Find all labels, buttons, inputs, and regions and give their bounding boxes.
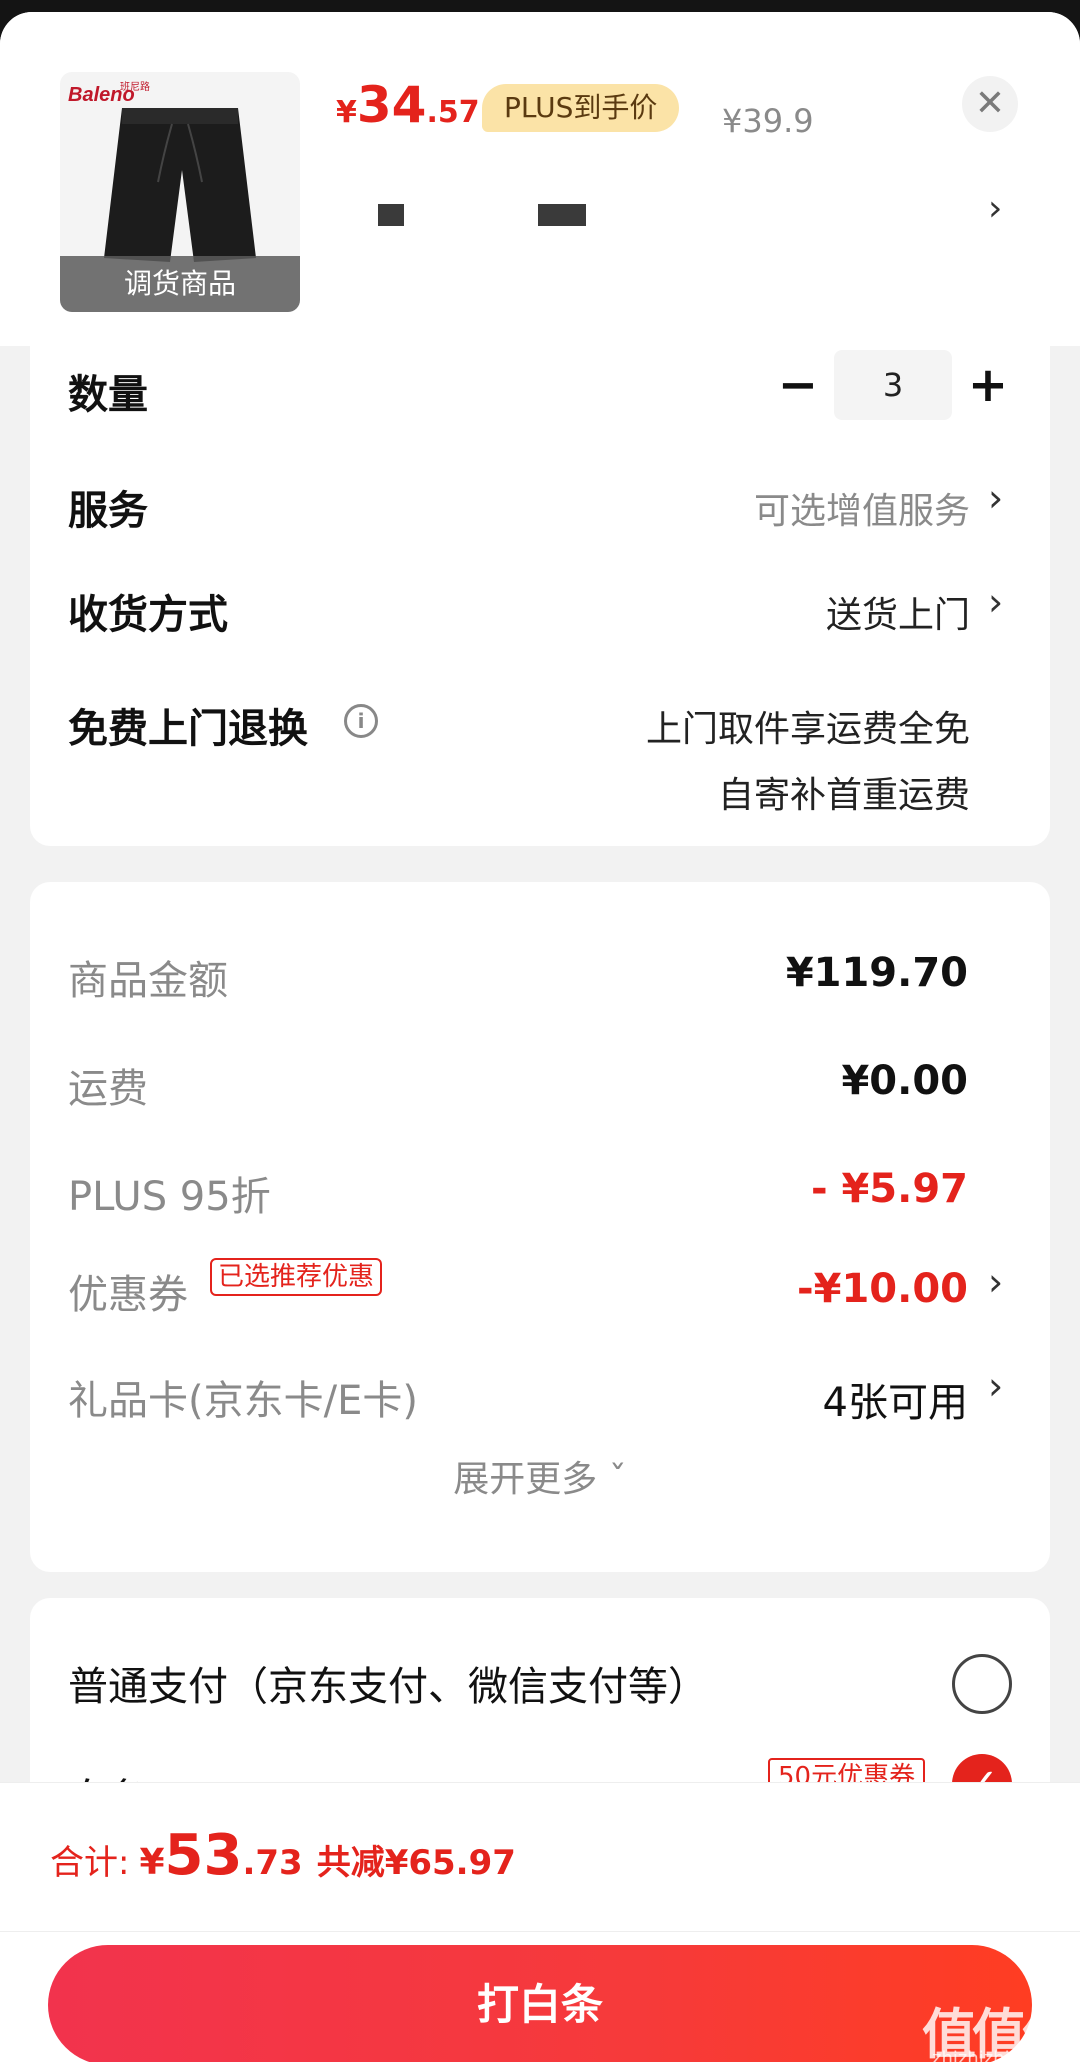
plus-discount-label: PLUS 95折	[68, 1174, 271, 1220]
plus-discount-value: - ¥5.97	[810, 1166, 968, 1212]
total-saved: 共减¥65.97	[316, 1843, 516, 1883]
transfer-goods-tag: 调货商品	[60, 256, 300, 312]
quantity-stepper: − 3 +	[30, 350, 1050, 420]
close-icon: ✕	[974, 83, 1006, 124]
total-currency: ¥	[139, 1842, 165, 1883]
coupon-label: 优惠券	[68, 1272, 188, 1318]
price-decimal: .57	[426, 95, 480, 130]
total-decimal: .73	[242, 1843, 303, 1883]
original-price: ¥39.9	[722, 102, 814, 140]
shipping-label: 运费	[68, 1066, 148, 1112]
return-line1: 上门取件享运费全免	[645, 709, 970, 750]
coupon-value[interactable]: -¥10.00	[797, 1266, 968, 1312]
return-line2: 自寄补首重运费	[717, 775, 970, 816]
order-options-card: 数量 − 3 + 服务 可选增值服务 › 收货方式 送货上门 › 免费上门退换 …	[30, 346, 1050, 846]
checkout-bar: 合计: ¥ 53 .73 共减¥65.97 打白条	[0, 1782, 1080, 2062]
pay-with-baitiao-button[interactable]: 打白条	[48, 1945, 1032, 2062]
order-total: 合计: ¥ 53 .73 共减¥65.97	[50, 1823, 516, 1888]
quantity-input[interactable]: 3	[834, 350, 952, 420]
service-value[interactable]: 可选增值服务	[754, 482, 970, 534]
quantity-minus-button[interactable]: −	[770, 350, 826, 420]
delivery-value[interactable]: 送货上门	[826, 586, 970, 638]
normal-payment-label[interactable]: 普通支付（京东支付、微信支付等）	[68, 1654, 708, 1712]
info-icon[interactable]: i	[344, 704, 378, 738]
product-header: Baleno 班尼路 调货商品 ¥ 34 .57 PLUS到手价 ¥39.9 ✕…	[0, 12, 1080, 346]
plus-price-badge: PLUS到手价	[482, 84, 680, 132]
total-label: 合计:	[50, 1843, 130, 1883]
watermark-url: zhizhizhi.com	[932, 2048, 1054, 2062]
plus-price: ¥ 34 .57	[336, 76, 480, 136]
giftcard-chevron-icon[interactable]: ›	[988, 1364, 1003, 1408]
return-label: 免费上门退换	[68, 706, 308, 752]
coupon-recommend-badge: 已选推荐优惠	[210, 1258, 383, 1296]
goods-amount-label: 商品金额	[68, 958, 228, 1004]
price-breakdown-card: 商品金额 ¥119.70 运费 ¥0.00 PLUS 95折 - ¥5.97 优…	[30, 882, 1050, 1572]
price-currency: ¥	[336, 95, 357, 130]
service-chevron-icon[interactable]: ›	[988, 476, 1003, 520]
giftcard-value[interactable]: 4张可用	[823, 1370, 968, 1428]
quantity-plus-button[interactable]: +	[960, 350, 1016, 420]
redacted-spec	[538, 204, 586, 226]
goods-amount-value: ¥119.70	[785, 950, 968, 996]
checkout-sheet: Baleno 班尼路 调货商品 ¥ 34 .57 PLUS到手价 ¥39.9 ✕…	[0, 12, 1080, 2062]
divider	[0, 1931, 1080, 1932]
product-thumbnail: Baleno 班尼路 调货商品	[60, 72, 300, 312]
brand-logo-cn: 班尼路	[120, 82, 150, 93]
delivery-label: 收货方式	[68, 592, 228, 638]
service-label: 服务	[68, 488, 148, 534]
expand-more-button[interactable]: 展开更多 ˇ	[30, 1450, 1050, 1502]
shipping-value: ¥0.00	[841, 1058, 968, 1104]
total-integer: 53	[164, 1823, 243, 1888]
delivery-chevron-icon[interactable]: ›	[988, 580, 1003, 624]
close-button[interactable]: ✕	[962, 76, 1018, 132]
giftcard-label: 礼品卡(京东卡/E卡)	[68, 1378, 418, 1424]
redacted-spec	[378, 204, 404, 226]
coupon-chevron-icon[interactable]: ›	[988, 1260, 1003, 1304]
spec-chevron-icon[interactable]: ›	[988, 188, 1002, 229]
price-integer: 34	[356, 76, 427, 134]
normal-payment-radio[interactable]	[952, 1654, 1012, 1714]
